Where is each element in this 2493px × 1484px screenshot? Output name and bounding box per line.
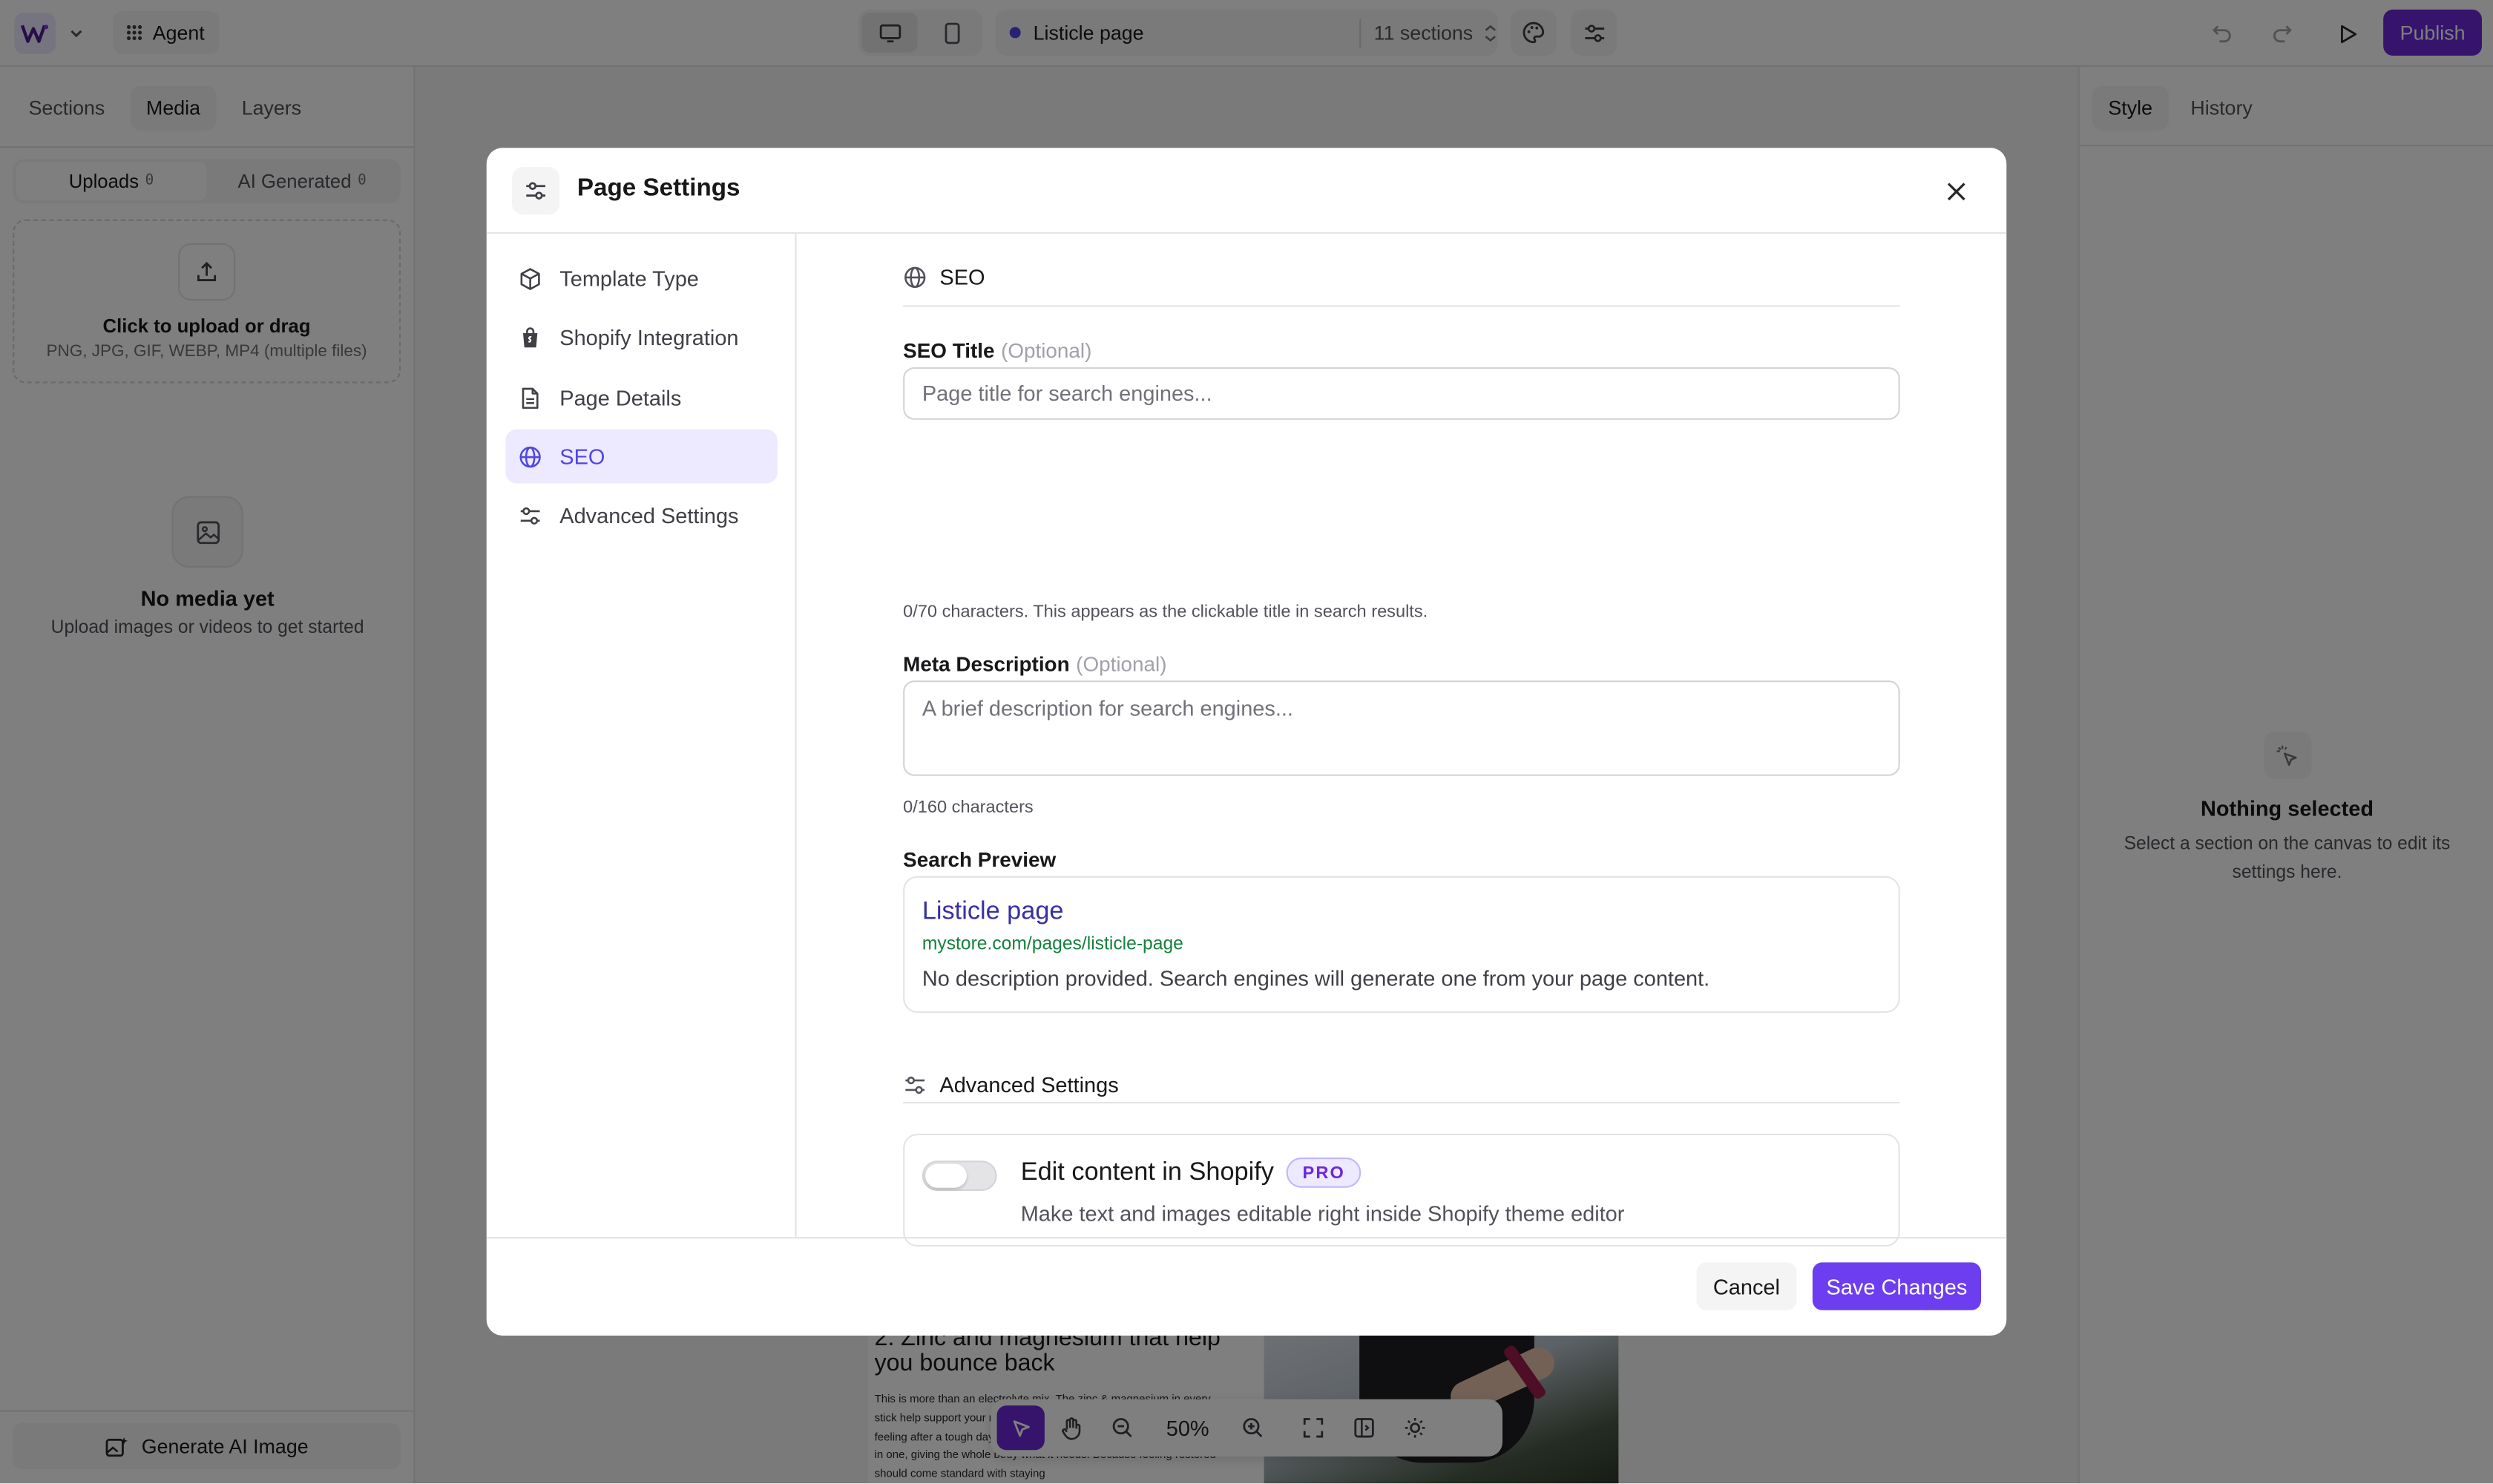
toggle-knob <box>925 1163 967 1188</box>
meta-description-label: Meta Description (Optional) <box>903 652 1166 676</box>
edit-in-shopify-toggle[interactable] <box>922 1160 997 1191</box>
pro-badge: PRO <box>1287 1158 1362 1188</box>
sliders-icon <box>520 506 540 524</box>
modal-header: Page Settings <box>486 148 2007 234</box>
optional-hint: (Optional) <box>1076 651 1167 676</box>
nav-label: Advanced Settings <box>559 503 739 528</box>
nav-label: Shopify Integration <box>559 325 739 349</box>
nav-label: SEO <box>559 444 605 469</box>
edit-in-shopify-label: Edit content in Shopify <box>1020 1158 1274 1186</box>
app-root: Agent Listicle page 11 sections <box>0 0 2493 1484</box>
globe-icon <box>519 445 541 467</box>
divider <box>903 1102 1900 1104</box>
seo-section-header: SEO <box>903 266 985 289</box>
nav-label: Page Details <box>559 385 682 410</box>
advanced-section-title: Advanced Settings <box>939 1073 1119 1097</box>
shopping-bag-icon <box>523 326 538 347</box>
meta-description-label-text: Meta Description <box>903 651 1070 676</box>
settings-content: SEO SEO Title(Optional) 0/70 characters.… <box>797 234 2007 1247</box>
edit-in-shopify-title: Edit content in Shopify PRO <box>1021 1158 1362 1188</box>
nav-advanced-settings[interactable]: Advanced Settings <box>505 488 777 542</box>
cube-icon <box>520 267 540 289</box>
seo-title-label: SEO Title (Optional) <box>903 338 1091 362</box>
seo-title-label-text: SEO Title <box>903 338 995 363</box>
globe-icon <box>904 266 926 289</box>
settings-nav: Template Type Shopify Integration Page D… <box>487 234 797 1238</box>
save-changes-button[interactable]: Save Changes <box>1812 1262 1981 1310</box>
page-settings-modal: Page Settings Template Type Shopify Inte… <box>486 148 2007 1336</box>
seo-title-input[interactable] <box>903 367 1900 420</box>
close-button[interactable] <box>1938 174 1973 209</box>
modal-footer: Cancel Save Changes <box>486 1237 2007 1336</box>
cancel-button[interactable]: Cancel <box>1696 1262 1797 1310</box>
sliders-icon <box>905 1076 925 1094</box>
seo-title-help: 0/70 characters. This appears as the cli… <box>903 603 1428 622</box>
divider <box>903 305 1900 307</box>
search-preview-card: Listicle page mystore.com/pages/listicle… <box>903 876 1900 1013</box>
search-preview-label: Search Preview <box>903 847 1057 872</box>
seo-section-title: SEO <box>939 265 985 289</box>
meta-description-input[interactable] <box>903 680 1900 776</box>
close-icon <box>1946 182 1965 200</box>
edit-in-shopify-description: Make text and images editable right insi… <box>1020 1202 1625 1227</box>
search-preview-url: mystore.com/pages/listicle-page <box>922 935 1183 954</box>
meta-description-help: 0/160 characters <box>903 798 1034 818</box>
search-preview-title: Listicle page <box>922 898 1064 926</box>
modal-title: Page Settings <box>577 174 740 203</box>
optional-hint: (Optional) <box>1001 338 1092 363</box>
advanced-section-header: Advanced Settings <box>903 1073 1119 1097</box>
search-preview-description: No description provided. Search engines … <box>922 966 1710 991</box>
nav-seo[interactable]: SEO <box>505 429 778 484</box>
edit-in-shopify-card: Edit content in Shopify PRO Make text an… <box>903 1133 1900 1247</box>
nav-page-details[interactable]: Page Details <box>505 370 777 424</box>
nav-shopify-integration[interactable]: Shopify Integration <box>505 310 777 364</box>
nav-template-type[interactable]: Template Type <box>505 252 777 306</box>
document-icon <box>522 387 539 408</box>
nav-label: Template Type <box>559 266 699 291</box>
sliders-icon <box>512 167 560 215</box>
